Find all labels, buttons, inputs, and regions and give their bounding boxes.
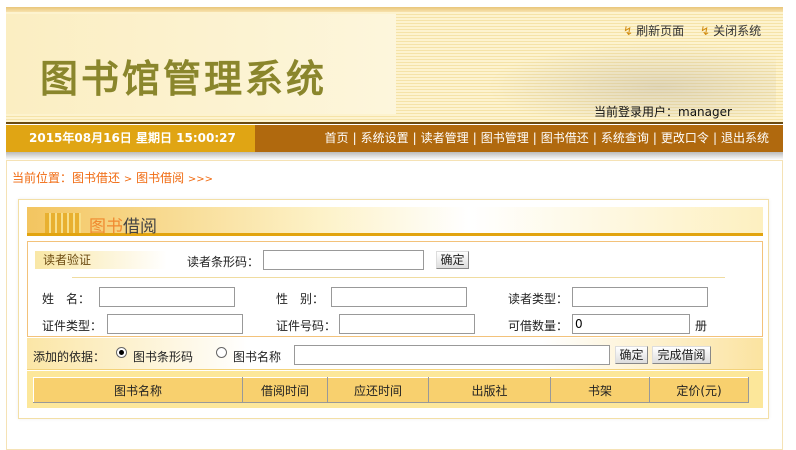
- name-label: 姓 名：: [42, 292, 91, 306]
- main-nav: 首页 | 系统设置 | 读者管理 | 图书管理 | 图书借还 | 系统查询 | 更改口令 | 退出系统: [255, 125, 783, 152]
- col-shelf: 书架: [550, 377, 650, 403]
- col-due-time: 应还时间: [327, 377, 429, 403]
- datetime: 2015年08月16日 星期日 15:00:27: [6, 125, 255, 152]
- gender-label: 性 别：: [276, 292, 325, 306]
- current-user-label: 当前登录用户：: [594, 105, 679, 119]
- col-borrow-time: 借阅时间: [242, 377, 328, 403]
- id-number-field[interactable]: [339, 314, 475, 334]
- reader-type-field[interactable]: [572, 287, 708, 307]
- radio-barcode-label: 图书条形码: [133, 350, 194, 364]
- breadcrumb-prefix: 当前位置：: [12, 171, 73, 185]
- refresh-label: 刷新页面: [636, 24, 685, 38]
- breadcrumb-sep: >: [123, 174, 133, 185]
- panel-title-a: 图书: [89, 217, 123, 237]
- reader-verify-heading: 读者验证: [35, 251, 167, 269]
- gender-field[interactable]: [331, 287, 467, 307]
- breadcrumb-borrow-return[interactable]: 图书借还: [72, 171, 120, 185]
- add-confirm-button[interactable]: 确定: [615, 346, 648, 364]
- id-number-label: 证件号码：: [276, 319, 337, 333]
- borrow-count-field[interactable]: [572, 314, 690, 334]
- breadcrumb-tail: >>>: [187, 174, 214, 185]
- nav-home[interactable]: 首页: [325, 131, 349, 145]
- app-title: 图书馆管理系统: [40, 56, 328, 101]
- table-header-row: 图书名称 借阅时间 应还时间 出版社 书架 定价(元): [33, 377, 749, 403]
- reader-confirm-button[interactable]: 确定: [436, 251, 469, 269]
- breadcrumb-borrow[interactable]: 图书借阅: [136, 171, 184, 185]
- nav-books[interactable]: 图书管理: [481, 131, 529, 145]
- id-type-field[interactable]: [107, 314, 243, 334]
- borrow-table: 图书名称 借阅时间 应还时间 出版社 书架 定价(元): [33, 377, 749, 403]
- form-divider: [72, 277, 725, 278]
- name-field[interactable]: [99, 287, 235, 307]
- col-publisher: 出版社: [428, 377, 551, 403]
- nav-query[interactable]: 系统查询: [601, 131, 649, 145]
- borrow-count-unit: 册: [695, 319, 708, 333]
- header-divider: [6, 122, 783, 124]
- nav-logout[interactable]: 退出系统: [721, 131, 769, 145]
- add-by-label: 添加的依据：: [33, 350, 106, 364]
- current-user-name: manager: [678, 105, 732, 119]
- book-search-input[interactable]: [294, 345, 610, 365]
- arrow-icon: ↯: [623, 24, 634, 38]
- reader-barcode-label: 读者条形码：: [187, 255, 260, 269]
- id-type-label: 证件类型：: [42, 319, 103, 333]
- nav-readers[interactable]: 读者管理: [421, 131, 469, 145]
- panel-title: 图书借阅: [89, 212, 157, 237]
- radio-by-name[interactable]: [216, 347, 227, 358]
- close-link[interactable]: ↯ 关闭系统: [700, 22, 761, 39]
- nav-borrow-return[interactable]: 图书借还: [541, 131, 589, 145]
- books-icon: [45, 213, 81, 233]
- col-price: 定价(元): [649, 377, 749, 403]
- col-book-name: 图书名称: [33, 377, 243, 403]
- reader-barcode-input[interactable]: [263, 250, 424, 270]
- current-user: 当前登录用户：manager: [594, 103, 732, 120]
- reader-type-label: 读者类型：: [508, 292, 569, 306]
- nav-shadow: [6, 152, 783, 160]
- radio-by-barcode[interactable]: [116, 347, 127, 358]
- radio-name-label: 图书名称: [233, 350, 282, 364]
- nav-password[interactable]: 更改口令: [661, 131, 709, 145]
- refresh-link[interactable]: ↯ 刷新页面: [623, 22, 684, 39]
- panel-title-b: 借阅: [123, 217, 157, 237]
- borrow-count-label: 可借数量：: [508, 319, 569, 333]
- arrow-icon: ↯: [700, 24, 711, 38]
- nav-settings[interactable]: 系统设置: [361, 131, 409, 145]
- breadcrumb: 当前位置：图书借还 > 图书借阅 >>>: [12, 169, 213, 186]
- close-label: 关闭系统: [713, 24, 762, 38]
- finish-borrow-button[interactable]: 完成借阅: [652, 346, 711, 364]
- panel-title-bar: 图书借阅: [27, 207, 763, 237]
